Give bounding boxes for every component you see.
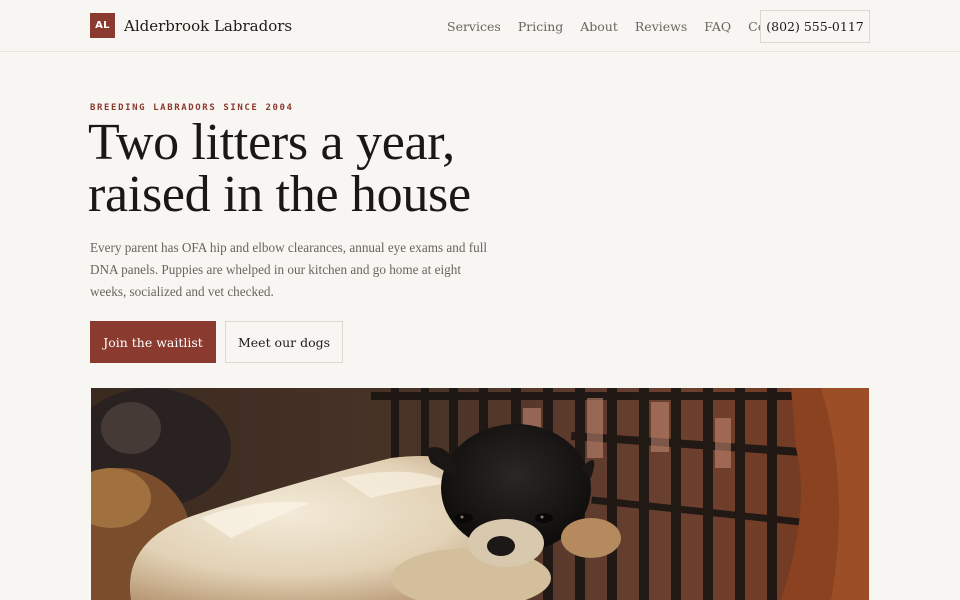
headline-line-2: raised in the house xyxy=(88,166,471,223)
hero-headline: Two litters a year, raised in the house xyxy=(88,117,608,221)
nav-link-pricing[interactable]: Pricing xyxy=(518,19,563,34)
headline-line-1: Two litters a year, xyxy=(88,114,455,171)
puppies-photo-illustration xyxy=(91,388,869,600)
hero-photo xyxy=(91,388,869,600)
phone-button[interactable]: (802) 555-0117 xyxy=(760,10,870,43)
hero-eyebrow: BREEDING LABRADORS SINCE 2004 xyxy=(90,103,294,113)
brand-logo[interactable]: AL Alderbrook Labradors xyxy=(90,13,292,38)
nav-link-reviews[interactable]: Reviews xyxy=(635,19,687,34)
join-waitlist-button[interactable]: Join the waitlist xyxy=(90,321,216,363)
site-header: AL Alderbrook Labradors Services Pricing… xyxy=(0,0,960,52)
meet-dogs-button[interactable]: Meet our dogs xyxy=(225,321,343,363)
nav-link-services[interactable]: Services xyxy=(447,19,501,34)
nav-link-about[interactable]: About xyxy=(580,19,618,34)
nav-link-faq[interactable]: FAQ xyxy=(704,19,731,34)
logo-mark: AL xyxy=(90,13,115,38)
brand-name: Alderbrook Labradors xyxy=(124,16,293,35)
hero-intro: Every parent has OFA hip and elbow clear… xyxy=(90,240,488,299)
